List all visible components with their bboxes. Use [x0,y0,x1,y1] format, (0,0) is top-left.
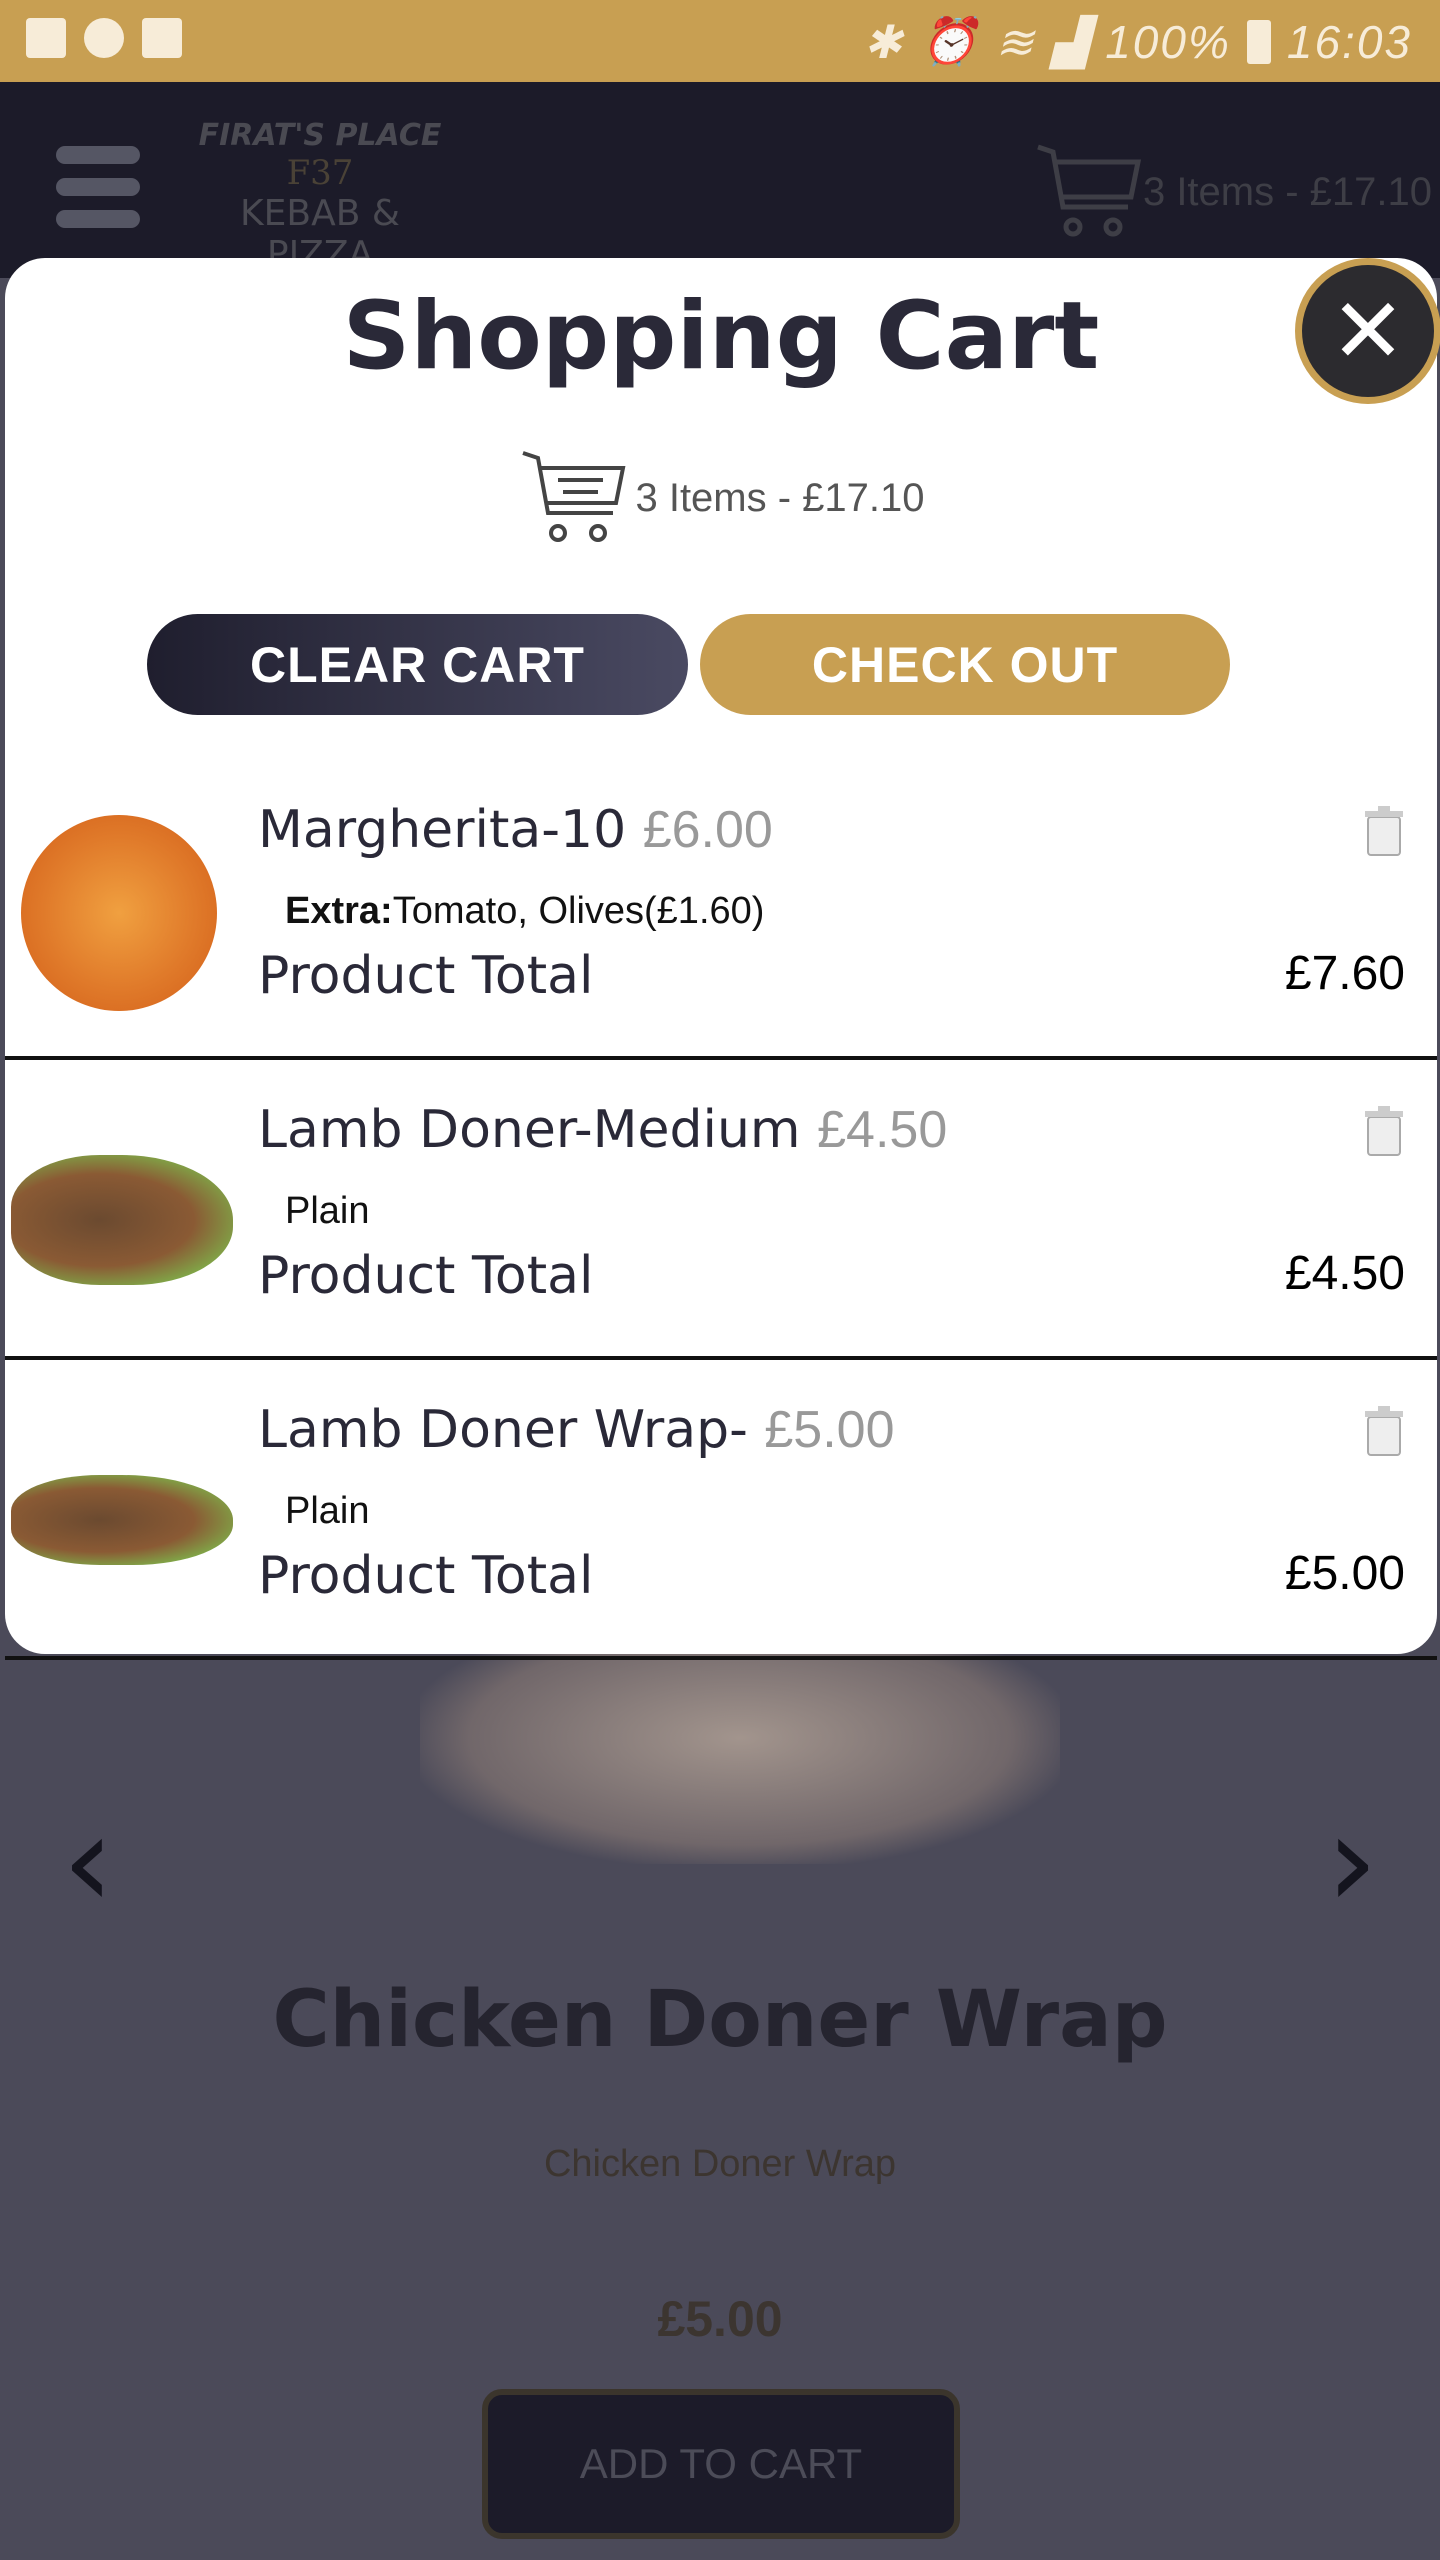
cart-summary: 3 Items - £17.10 [5,448,1437,548]
trash-icon[interactable] [1364,805,1404,857]
shopping-cart-modal: Shopping Cart 3 Items - £17.10 CLEAR CAR… [5,258,1437,1660]
image-icon [26,18,66,58]
trash-icon[interactable] [1364,1405,1404,1457]
checkout-button[interactable]: CHECK OUT [700,614,1230,715]
trash-icon[interactable] [1364,1105,1404,1157]
product-description: Chicken Doner Wrap [543,2143,896,2185]
status-bar: ✱ ⏰ ≋ ▟ 100% 16:03 [0,0,1440,82]
clock: 16:03 [1286,15,1412,68]
product-title: Chicken Doner Wrap [272,1975,1168,2065]
chevron-right-icon[interactable]: › [1326,1785,1378,1937]
cart-item: Lamb Doner Wrap- £5.00 Plain Product Tot… [5,1360,1437,1660]
item-image [11,1475,233,1565]
item-image [21,815,217,1011]
close-icon: ✕ [1330,278,1406,384]
close-button[interactable]: ✕ [1295,258,1440,404]
wifi-icon: ≋ [995,15,1036,68]
chevron-left-icon[interactable]: ‹ [62,1785,114,1937]
signal-icon: ▟ [1051,15,1090,68]
cart-item: Lamb Doner-Medium £4.50 Plain Product To… [5,1060,1437,1360]
item-total: £5.00 [1284,1547,1405,1600]
alarm-icon: ⏰ [920,15,980,67]
battery-icon [1246,19,1271,64]
bluetooth-icon: ✱ [863,15,904,68]
logo[interactable]: FIRAT'S PLACE F37 KEBAB & PIZZA [190,118,450,275]
app-header: FIRAT'S PLACE F37 KEBAB & PIZZA 3 Items … [0,82,1440,278]
modal-title: Shopping Cart [342,282,1100,391]
cart-icon [1037,144,1142,237]
item-image [11,1155,233,1285]
cart-item: Margherita-10 £6.00 Extra:Tomato, Olives… [5,760,1437,1060]
item-total: £4.50 [1284,1247,1405,1300]
menu-icon[interactable] [56,146,140,242]
cart-icon [522,451,626,542]
item-total: £7.60 [1284,947,1405,1000]
clear-cart-button[interactable]: CLEAR CART [147,614,688,715]
header-cart-button[interactable]: 3 Items - £17.10 [1033,142,1432,242]
add-to-cart-button[interactable]: ADD TO CART [482,2389,960,2539]
product-price: £5.00 [657,2291,783,2347]
activity-icon [142,18,182,58]
key-icon [84,18,124,58]
battery-percent: 100% [1105,15,1231,68]
